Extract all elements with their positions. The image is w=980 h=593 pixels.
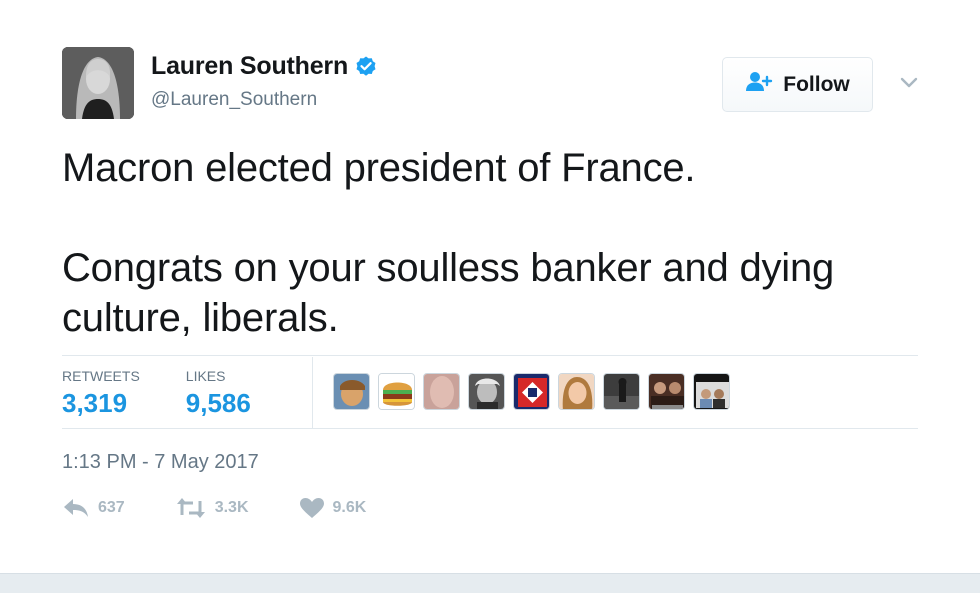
- author-name-line[interactable]: Lauren Southern: [151, 52, 378, 81]
- tweet-text-paragraph: Congrats on your soulless banker and dyi…: [62, 246, 835, 340]
- liker-avatar[interactable]: [648, 373, 685, 410]
- author-name[interactable]: Lauren Southern: [151, 52, 348, 81]
- liker-avatar[interactable]: [603, 373, 640, 410]
- reply-icon: [62, 497, 90, 519]
- tweet-timestamp[interactable]: 1:13 PM - 7 May 2017: [62, 451, 259, 474]
- retweet-count: 3.3K: [214, 499, 249, 516]
- retweet-icon: [175, 497, 207, 519]
- tweet-text: Macron elected president of France. Cong…: [62, 143, 942, 343]
- avatar-image: [62, 47, 134, 119]
- stats-separator: [312, 357, 313, 428]
- liker-avatar[interactable]: [468, 373, 505, 410]
- tweet-text-paragraph: Macron elected president of France.: [62, 146, 696, 190]
- tweet-stats: RETWEETS 3,319 LIKES 9,586: [62, 356, 297, 428]
- liker-avatar[interactable]: [693, 373, 730, 410]
- chevron-down-icon[interactable]: [896, 70, 922, 96]
- verified-badge-icon: [354, 55, 378, 79]
- liker-avatar[interactable]: [558, 373, 595, 410]
- like-count: 9.6K: [332, 499, 367, 516]
- author-handle[interactable]: @Lauren_Southern: [151, 89, 317, 111]
- liker-avatars: [333, 373, 730, 410]
- liker-avatar[interactable]: [378, 373, 415, 410]
- retweets-value: 3,319: [62, 388, 128, 418]
- retweets-label: RETWEETS: [62, 368, 140, 384]
- like-button[interactable]: 9.6K: [299, 497, 367, 519]
- retweet-button[interactable]: 3.3K: [175, 497, 249, 519]
- follow-button-label: Follow: [783, 72, 850, 96]
- person-add-icon: [745, 71, 773, 98]
- reply-count: 637: [98, 499, 125, 516]
- liker-avatar[interactable]: [333, 373, 370, 410]
- author-avatar[interactable]: [62, 47, 134, 119]
- retweets-stat[interactable]: RETWEETS 3,319: [62, 356, 140, 428]
- tweet-card: Lauren Southern @Lauren_Southern Follow …: [0, 0, 980, 574]
- heart-icon: [299, 497, 325, 519]
- tweet-actions: 637 3.3K 9.6K: [62, 497, 416, 519]
- reply-button[interactable]: 637: [62, 497, 125, 519]
- follow-button[interactable]: Follow: [722, 57, 873, 112]
- likes-label: LIKES: [185, 368, 226, 384]
- likes-value: 9,586: [185, 388, 251, 418]
- stats-bottom-divider: [62, 428, 918, 429]
- liker-avatar[interactable]: [423, 373, 460, 410]
- likes-stat[interactable]: LIKES 9,586: [186, 356, 251, 428]
- liker-avatar[interactable]: [513, 373, 550, 410]
